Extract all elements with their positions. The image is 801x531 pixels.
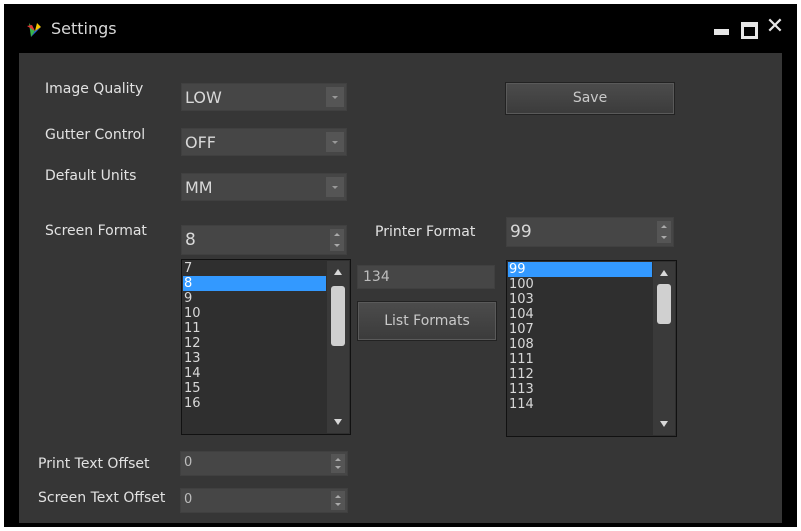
scroll-thumb[interactable] xyxy=(657,284,671,324)
list-item[interactable]: 114 xyxy=(508,397,652,412)
list-item[interactable]: 13 xyxy=(183,351,326,366)
list-item[interactable]: 111 xyxy=(508,352,652,367)
scroll-down-icon[interactable] xyxy=(334,419,342,425)
chevron-down-icon[interactable] xyxy=(326,177,344,197)
list-item[interactable]: 8 xyxy=(183,276,326,291)
list-item[interactable]: 104 xyxy=(508,307,652,322)
settings-window: Settings ✕ Image Quality LOW Gutter Cont… xyxy=(4,4,797,527)
default-units-dropdown[interactable]: MM xyxy=(181,173,347,201)
list-item[interactable]: 14 xyxy=(183,366,326,381)
gutter-control-value: OFF xyxy=(185,133,216,152)
list-item[interactable]: 10 xyxy=(183,306,326,321)
spinner-arrows-icon[interactable] xyxy=(331,491,345,510)
chevron-down-icon[interactable] xyxy=(326,87,344,107)
format-text-field[interactable]: 134 xyxy=(357,265,495,289)
list-formats-button[interactable]: List Formats xyxy=(357,301,497,341)
close-button[interactable]: ✕ xyxy=(763,16,787,40)
list-item[interactable]: 15 xyxy=(183,381,326,396)
list-item[interactable]: 112 xyxy=(508,367,652,382)
spinner-arrows-icon[interactable] xyxy=(657,221,671,243)
scrollbar[interactable] xyxy=(653,262,675,435)
scroll-up-icon[interactable] xyxy=(660,270,668,276)
app-icon xyxy=(27,23,41,37)
scroll-down-icon[interactable] xyxy=(660,421,668,427)
print-text-offset-value: 0 xyxy=(184,455,193,470)
maximize-button[interactable] xyxy=(737,16,761,40)
list-item[interactable]: 16 xyxy=(183,396,326,411)
minimize-button[interactable] xyxy=(710,16,734,40)
save-button[interactable]: Save xyxy=(505,82,675,115)
print-text-offset-spinner[interactable]: 0 xyxy=(180,451,348,476)
list-item[interactable]: 108 xyxy=(508,337,652,352)
list-item[interactable]: 9 xyxy=(183,291,326,306)
list-item[interactable]: 99 xyxy=(508,262,652,277)
list-item[interactable]: 103 xyxy=(508,292,652,307)
title-bar: Settings ✕ xyxy=(4,4,797,52)
screen-format-list[interactable]: 7 8 9 10 11 12 13 14 15 16 xyxy=(181,259,351,435)
settings-panel: Image Quality LOW Gutter Control OFF Def… xyxy=(19,53,782,523)
chevron-down-icon[interactable] xyxy=(326,132,344,152)
gutter-control-label: Gutter Control xyxy=(45,127,146,143)
printer-format-items: 99 100 103 104 107 108 111 112 113 114 xyxy=(508,262,652,435)
scroll-up-icon[interactable] xyxy=(334,269,342,275)
spinner-arrows-icon[interactable] xyxy=(331,454,345,473)
printer-format-list[interactable]: 99 100 103 104 107 108 111 112 113 114 xyxy=(506,260,677,437)
screen-format-spinner[interactable]: 8 xyxy=(181,225,347,255)
spinner-arrows-icon[interactable] xyxy=(330,229,344,251)
printer-format-label: Printer Format xyxy=(375,224,476,240)
list-item[interactable]: 100 xyxy=(508,277,652,292)
scrollbar[interactable] xyxy=(327,261,349,433)
image-quality-label: Image Quality xyxy=(45,81,144,97)
list-item[interactable]: 11 xyxy=(183,321,326,336)
list-item[interactable]: 107 xyxy=(508,322,652,337)
window-title: Settings xyxy=(51,19,117,38)
printer-format-spinner[interactable]: 99 xyxy=(506,217,674,247)
image-quality-dropdown[interactable]: LOW xyxy=(181,83,347,111)
screen-format-items: 7 8 9 10 11 12 13 14 15 16 xyxy=(183,261,326,433)
list-item[interactable]: 113 xyxy=(508,382,652,397)
image-quality-value: LOW xyxy=(185,88,222,107)
gutter-control-dropdown[interactable]: OFF xyxy=(181,128,347,156)
screen-text-offset-label: Screen Text Offset xyxy=(38,490,166,506)
screen-text-offset-spinner[interactable]: 0 xyxy=(180,488,348,513)
default-units-label: Default Units xyxy=(45,168,137,184)
print-text-offset-label: Print Text Offset xyxy=(38,456,150,472)
list-item[interactable]: 7 xyxy=(183,261,326,276)
screen-format-label: Screen Format xyxy=(45,223,147,239)
printer-format-value: 99 xyxy=(510,222,532,242)
scroll-thumb[interactable] xyxy=(331,286,345,346)
default-units-value: MM xyxy=(185,178,213,197)
screen-text-offset-value: 0 xyxy=(184,492,193,507)
screen-format-value: 8 xyxy=(185,230,196,250)
list-item[interactable]: 12 xyxy=(183,336,326,351)
